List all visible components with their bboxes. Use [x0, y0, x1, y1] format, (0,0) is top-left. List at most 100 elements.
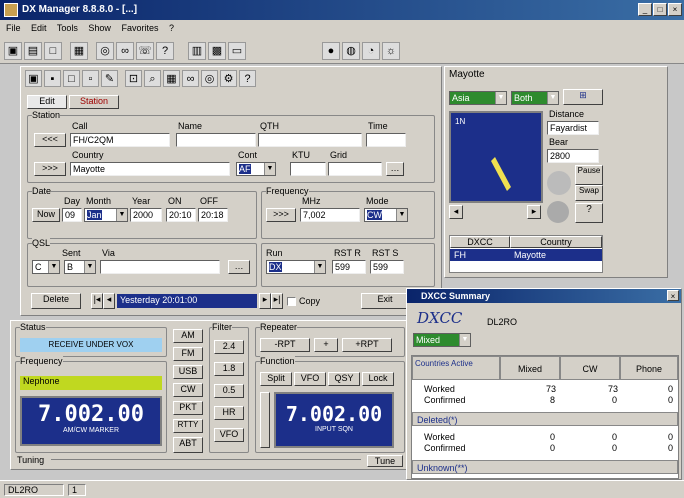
filter-icon[interactable]: ⊡	[125, 70, 142, 87]
mode-rtty-button[interactable]: RTTY	[173, 419, 203, 433]
globe-icon[interactable]: ●	[322, 42, 340, 60]
col-dxcc[interactable]: DXCC	[450, 236, 510, 248]
phone-icon[interactable]: ☏	[136, 42, 154, 60]
mode-abt-button[interactable]: ABT	[173, 437, 203, 453]
tools-icon[interactable]: ⚙	[220, 70, 237, 87]
calc-icon[interactable]: ▥	[188, 42, 206, 60]
tune-slider[interactable]	[260, 392, 270, 448]
time-input[interactable]	[366, 133, 406, 147]
menu-help[interactable]: ?	[169, 23, 174, 33]
qth-input[interactable]	[258, 133, 362, 147]
filter-2.4-button[interactable]: 2.4	[214, 340, 244, 354]
doc-icon[interactable]: □	[63, 70, 80, 87]
save-icon[interactable]: ▣	[4, 42, 22, 60]
prev-record-icon[interactable]: ◂	[103, 293, 115, 309]
mode-cw-button[interactable]: CW	[173, 383, 203, 397]
grid-ellipsis-button[interactable]: …	[386, 162, 404, 176]
lock-button[interactable]: Lock	[362, 372, 394, 386]
run-select[interactable]: DX ▼	[266, 260, 326, 274]
plus-rpt-button[interactable]: +RPT	[342, 338, 392, 352]
dxcc-mode-select[interactable]: Mixed ▼	[413, 333, 471, 347]
mode-am-button[interactable]: AM	[173, 329, 203, 343]
name-input[interactable]	[176, 133, 256, 147]
app-icon[interactable]	[4, 3, 18, 17]
filter-vfo-button[interactable]: VFO	[214, 428, 244, 442]
dxcc-close-button[interactable]: ×	[667, 290, 679, 301]
mode-select[interactable]: CW ▼	[364, 208, 408, 222]
help-small-icon[interactable]: ?	[239, 70, 256, 87]
grid-input[interactable]	[328, 162, 382, 176]
menu-favorites[interactable]: Favorites	[121, 23, 158, 33]
mode-usb-button[interactable]: USB	[173, 365, 203, 379]
filter-0.5-button[interactable]: 0.5	[214, 384, 244, 398]
country-button[interactable]: >>>	[34, 162, 66, 176]
help-tip-icon[interactable]: ?	[575, 203, 603, 223]
close-button[interactable]: ×	[668, 3, 682, 16]
minus-rpt-button[interactable]: -RPT	[260, 338, 310, 352]
mode-pkt-button[interactable]: PKT	[173, 401, 203, 415]
map-grid-icon[interactable]: ⊞	[563, 89, 603, 105]
time-off-input[interactable]: 20:18	[198, 208, 228, 222]
binoculars-icon[interactable]: ∞	[116, 42, 134, 60]
cont-select[interactable]: AF ▼	[236, 162, 276, 176]
radio-small-icon[interactable]: ◎	[201, 70, 218, 87]
year-input[interactable]: 2000	[130, 208, 162, 222]
menu-file[interactable]: File	[6, 23, 21, 33]
search-icon[interactable]: ⌕	[144, 70, 161, 87]
col-country[interactable]: Country	[510, 236, 602, 248]
menu-edit[interactable]: Edit	[31, 23, 47, 33]
now-button[interactable]: Now	[32, 208, 60, 222]
radio-icon[interactable]: ◎	[96, 42, 114, 60]
grid-icon[interactable]: ▩	[208, 42, 226, 60]
new-icon[interactable]: □	[44, 42, 62, 60]
bearing-input[interactable]: 2800	[547, 149, 599, 163]
rss-icon[interactable]: ◍	[342, 42, 360, 60]
tab-edit[interactable]: Edit	[27, 95, 67, 109]
globe-small-icon[interactable]	[547, 201, 569, 223]
rotate-icon[interactable]	[547, 171, 571, 195]
band-select[interactable]: Both ▼	[511, 91, 559, 105]
first-record-icon[interactable]: |◂	[91, 293, 103, 309]
menu-tools[interactable]: Tools	[57, 23, 78, 33]
copy-checkbox[interactable]	[287, 297, 296, 306]
via-ellipsis-button[interactable]: …	[228, 260, 250, 274]
disk-icon[interactable]: ▣	[25, 70, 42, 87]
print-icon[interactable]: ▦	[70, 42, 88, 60]
plus-button[interactable]: +	[314, 338, 338, 352]
call-input[interactable]: FH/C2QM	[70, 133, 170, 147]
map-view[interactable]: 1N	[449, 111, 543, 203]
freq-button[interactable]: >>>	[266, 208, 296, 222]
open-icon[interactable]: ▤	[24, 42, 42, 60]
rst-r-input[interactable]: 599	[332, 260, 366, 274]
pen-icon[interactable]: ✎	[101, 70, 118, 87]
mhz-input[interactable]: 7,002	[300, 208, 360, 222]
mode-fm-button[interactable]: FM	[173, 347, 203, 361]
minimize-button[interactable]: _	[638, 3, 652, 16]
via-input[interactable]	[100, 260, 220, 274]
split-button[interactable]: Split	[260, 372, 292, 386]
menu-show[interactable]: Show	[88, 23, 111, 33]
time-on-input[interactable]: 20:10	[166, 208, 196, 222]
tab-station[interactable]: Station	[69, 95, 119, 109]
binoculars-small-icon[interactable]: ∞	[182, 70, 199, 87]
ktu-input[interactable]	[290, 162, 326, 176]
station-lookup-button[interactable]: <<<	[34, 133, 66, 147]
scroll-left-icon[interactable]: ◂	[449, 205, 463, 219]
chart-icon[interactable]: ◔	[362, 42, 380, 60]
day-input[interactable]: 09	[62, 208, 82, 222]
tune-button[interactable]: Tune	[367, 455, 403, 467]
help-icon[interactable]: ?	[156, 42, 174, 60]
next-record-icon[interactable]: ▸	[259, 293, 271, 309]
country-input[interactable]: Mayotte	[70, 162, 230, 176]
window-icon[interactable]: ▭	[228, 42, 246, 60]
tuning-scale[interactable]	[51, 459, 361, 465]
sun-icon[interactable]: ☼	[382, 42, 400, 60]
maximize-button[interactable]: □	[653, 3, 667, 16]
region-select[interactable]: Asia ▼	[449, 91, 507, 105]
exit-button[interactable]: Exit	[361, 293, 409, 309]
save-small-icon[interactable]: ▪	[44, 70, 61, 87]
delete-button[interactable]: Delete	[31, 293, 81, 309]
scroll-right-icon[interactable]: ▸	[527, 205, 541, 219]
pause-button[interactable]: Pause	[575, 165, 603, 185]
copy-icon[interactable]: ▫	[82, 70, 99, 87]
